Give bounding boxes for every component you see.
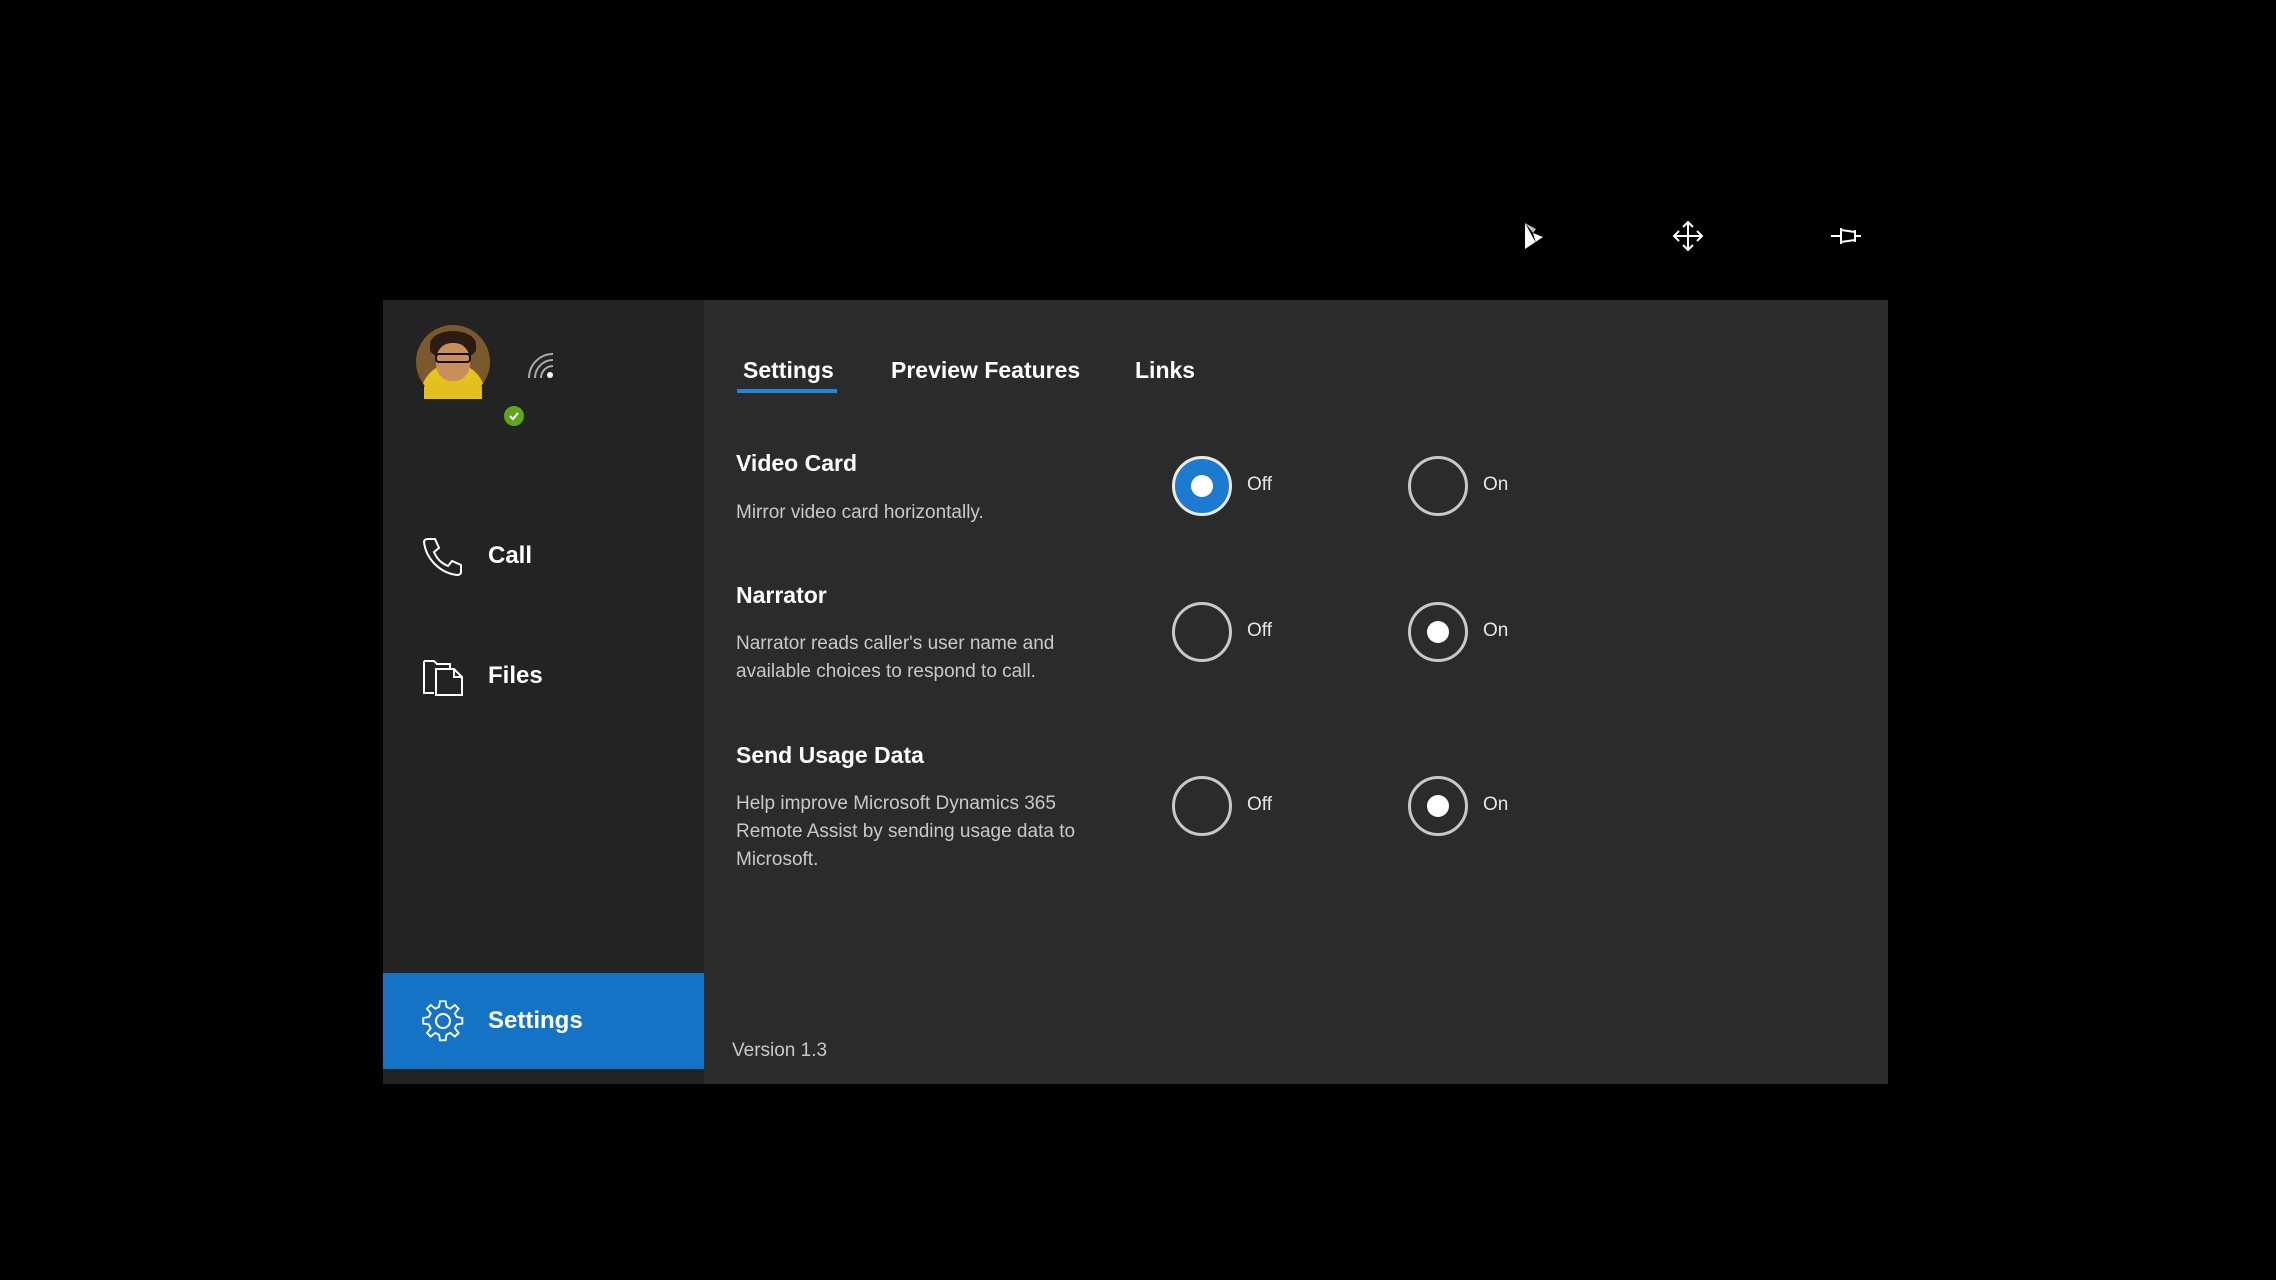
tab-settings[interactable]: Settings	[743, 357, 834, 384]
phone-icon	[420, 533, 466, 579]
sidebar-item-call[interactable]: Call	[383, 508, 704, 604]
narrator-on-radio[interactable]	[1408, 602, 1468, 662]
send-usage-data-on-label: On	[1483, 794, 1509, 815]
setting-desc-video-card: Mirror video card horizontally.	[736, 502, 984, 523]
send-usage-data-off-radio[interactable]	[1172, 776, 1232, 836]
sidebar-item-files[interactable]: Files	[383, 628, 704, 724]
tab-links[interactable]: Links	[1135, 357, 1195, 384]
setting-desc-narrator: Narrator reads caller's user name and av…	[736, 633, 1055, 682]
setting-title-video-card: Video Card	[736, 450, 857, 476]
video-card-on-radio[interactable]	[1408, 456, 1468, 516]
sidebar-item-label: Files	[488, 662, 543, 689]
video-card-on-label: On	[1483, 474, 1509, 495]
dynamics-logo-icon[interactable]	[1513, 216, 1553, 256]
send-usage-data-off-label: Off	[1247, 794, 1272, 815]
send-usage-data-on-radio[interactable]	[1408, 776, 1468, 836]
sidebar: Call Files Settings	[383, 300, 704, 1084]
version-label: Version 1.3	[732, 1040, 828, 1061]
avatar[interactable]	[416, 325, 526, 428]
files-icon	[420, 653, 466, 699]
sidebar-item-label: Settings	[488, 1007, 583, 1034]
narrator-off-radio[interactable]	[1172, 602, 1232, 662]
setting-title-send-usage-data: Send Usage Data	[736, 742, 924, 768]
settings-window: Call Files Settings Settings Preview Fea…	[383, 300, 1888, 1084]
pin-icon[interactable]	[1826, 216, 1866, 256]
presence-available-icon	[502, 404, 526, 428]
signal-icon	[523, 348, 557, 382]
narrator-on-label: On	[1483, 620, 1509, 641]
active-tab-indicator	[737, 389, 837, 393]
gear-icon	[420, 998, 466, 1044]
video-card-off-label: Off	[1247, 474, 1272, 495]
move-icon[interactable]	[1668, 216, 1708, 256]
sidebar-item-settings[interactable]: Settings	[383, 973, 704, 1069]
narrator-off-label: Off	[1247, 620, 1272, 641]
sidebar-item-label: Call	[488, 542, 533, 569]
tab-preview-features[interactable]: Preview Features	[891, 357, 1080, 384]
setting-desc-send-usage-data: Help improve Microsoft Dynamics 365 Remo…	[736, 793, 1076, 870]
video-card-off-radio[interactable]	[1172, 456, 1232, 516]
setting-title-narrator: Narrator	[736, 582, 827, 608]
